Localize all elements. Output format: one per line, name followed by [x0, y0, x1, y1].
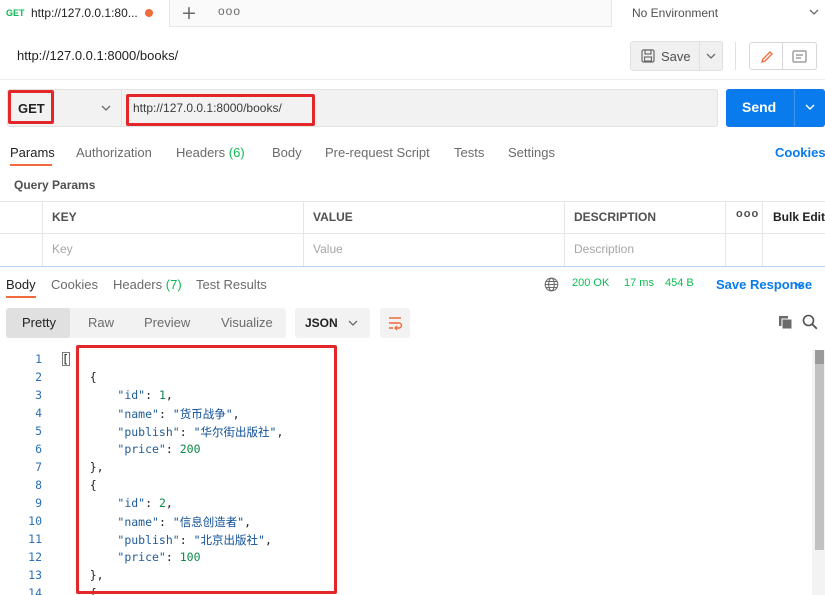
key-input[interactable]: Key: [52, 242, 73, 256]
headers-count: (6): [228, 145, 245, 160]
active-tab-indicator: [6, 296, 36, 298]
divider: [735, 42, 736, 70]
globe-icon[interactable]: [544, 277, 559, 292]
more-icon[interactable]: ooo: [736, 208, 759, 220]
tab-body[interactable]: Body: [272, 145, 302, 160]
request-tab[interactable]: GET http://127.0.0.1:80...: [0, 0, 170, 27]
pane-divider[interactable]: [0, 266, 825, 267]
line-number: 11: [28, 532, 42, 546]
line-number: 8: [35, 478, 42, 492]
line-number: 2: [35, 370, 42, 384]
response-tab-headers[interactable]: Headers (7): [113, 277, 182, 292]
response-size[interactable]: 454 B: [665, 277, 694, 289]
tab-headers[interactable]: Headers (6): [176, 145, 245, 160]
scrollbar-thumb-cap: [815, 350, 824, 364]
format-label: JSON: [305, 316, 338, 330]
response-tab-cookies[interactable]: Cookies: [51, 277, 98, 292]
column-header-description: DESCRIPTION: [574, 210, 657, 224]
view-preview[interactable]: Preview: [144, 315, 190, 330]
line-number: 6: [35, 442, 42, 456]
divider: [0, 79, 825, 80]
scrollbar-thumb[interactable]: [815, 350, 824, 550]
view-visualize[interactable]: Visualize: [221, 315, 273, 330]
tab-strip: GET http://127.0.0.1:80... + ooo No Envi…: [0, 0, 825, 27]
column-divider: [725, 201, 726, 266]
line-number: 7: [35, 460, 42, 474]
comment-icon: [792, 50, 807, 63]
environment-label: No Environment: [632, 6, 719, 20]
save-icon: [641, 49, 655, 63]
line-number: 12: [28, 550, 42, 564]
line-number: 13: [28, 568, 42, 582]
search-icon[interactable]: [802, 314, 818, 330]
column-divider: [42, 201, 43, 266]
save-label: Save: [661, 49, 691, 64]
response-highlight: [76, 345, 337, 594]
bracket-match-cursor: [62, 352, 70, 366]
format-select[interactable]: JSON: [295, 308, 370, 338]
request-title[interactable]: http://127.0.0.1:8000/books/: [17, 48, 178, 63]
column-divider: [564, 201, 565, 266]
response-headers-count: (7): [165, 277, 182, 292]
value-input[interactable]: Value: [313, 242, 343, 256]
line-number: 3: [35, 388, 42, 402]
environment-selector[interactable]: No Environment: [611, 0, 825, 27]
chevron-down-icon: [348, 320, 358, 326]
tab-title: http://127.0.0.1:80...: [31, 6, 138, 20]
edit-button[interactable]: [749, 42, 783, 70]
tab-method: GET: [6, 8, 25, 18]
response-headers-label: Headers: [113, 277, 163, 292]
line-number: 4: [35, 406, 42, 420]
response-time[interactable]: 17 ms: [624, 277, 654, 289]
line-number: 14: [28, 586, 42, 595]
chevron-down-icon: [809, 9, 819, 15]
copy-icon[interactable]: [778, 315, 793, 330]
chevron-down-icon: [101, 105, 111, 111]
column-header-key: KEY: [52, 210, 77, 224]
line-number: 9: [35, 496, 42, 510]
send-label: Send: [742, 99, 777, 115]
unsaved-dot-icon: [145, 9, 153, 17]
column-header-value: VALUE: [313, 210, 353, 224]
tab-prerequest-script[interactable]: Pre-request Script: [325, 145, 430, 160]
column-divider: [762, 201, 763, 266]
save-button[interactable]: Save: [630, 41, 700, 71]
response-tab-body[interactable]: Body: [6, 277, 36, 292]
url-highlight: [126, 94, 315, 126]
line-number: 1: [35, 352, 42, 366]
chevron-down-icon[interactable]: [795, 282, 805, 288]
new-tab-icon[interactable]: +: [181, 2, 197, 24]
description-input[interactable]: Description: [574, 242, 634, 256]
tab-authorization[interactable]: Authorization: [76, 145, 152, 160]
tab-headers-label: Headers: [176, 145, 226, 160]
tab-tests[interactable]: Tests: [454, 145, 484, 160]
chevron-down-icon: [805, 104, 815, 110]
pencil-icon: [760, 51, 773, 64]
wrap-icon: [389, 317, 403, 331]
line-number: 5: [35, 424, 42, 438]
view-raw[interactable]: Raw: [88, 315, 114, 330]
line-number: 10: [28, 514, 42, 528]
table-row-divider: [0, 233, 825, 234]
tab-settings[interactable]: Settings: [508, 145, 555, 160]
response-tab-test-results[interactable]: Test Results: [196, 277, 267, 292]
view-pretty[interactable]: Pretty: [22, 315, 56, 330]
cookies-link[interactable]: Cookies: [775, 145, 825, 160]
method-highlight: [8, 90, 54, 124]
chevron-down-icon: [706, 53, 716, 59]
bulk-edit-button[interactable]: Bulk Edit: [773, 210, 825, 224]
wrap-lines-button[interactable]: [380, 308, 410, 338]
send-options-button[interactable]: [794, 89, 825, 127]
query-params-title: Query Params: [14, 178, 96, 192]
comments-button[interactable]: [783, 42, 817, 70]
more-icon[interactable]: ooo: [218, 4, 241, 18]
status-code[interactable]: 200 OK: [572, 277, 609, 289]
column-divider: [303, 201, 304, 266]
send-button[interactable]: Send: [726, 89, 794, 127]
save-options-button[interactable]: [700, 41, 723, 71]
tab-params[interactable]: Params: [10, 145, 55, 160]
active-tab-indicator: [10, 164, 52, 166]
